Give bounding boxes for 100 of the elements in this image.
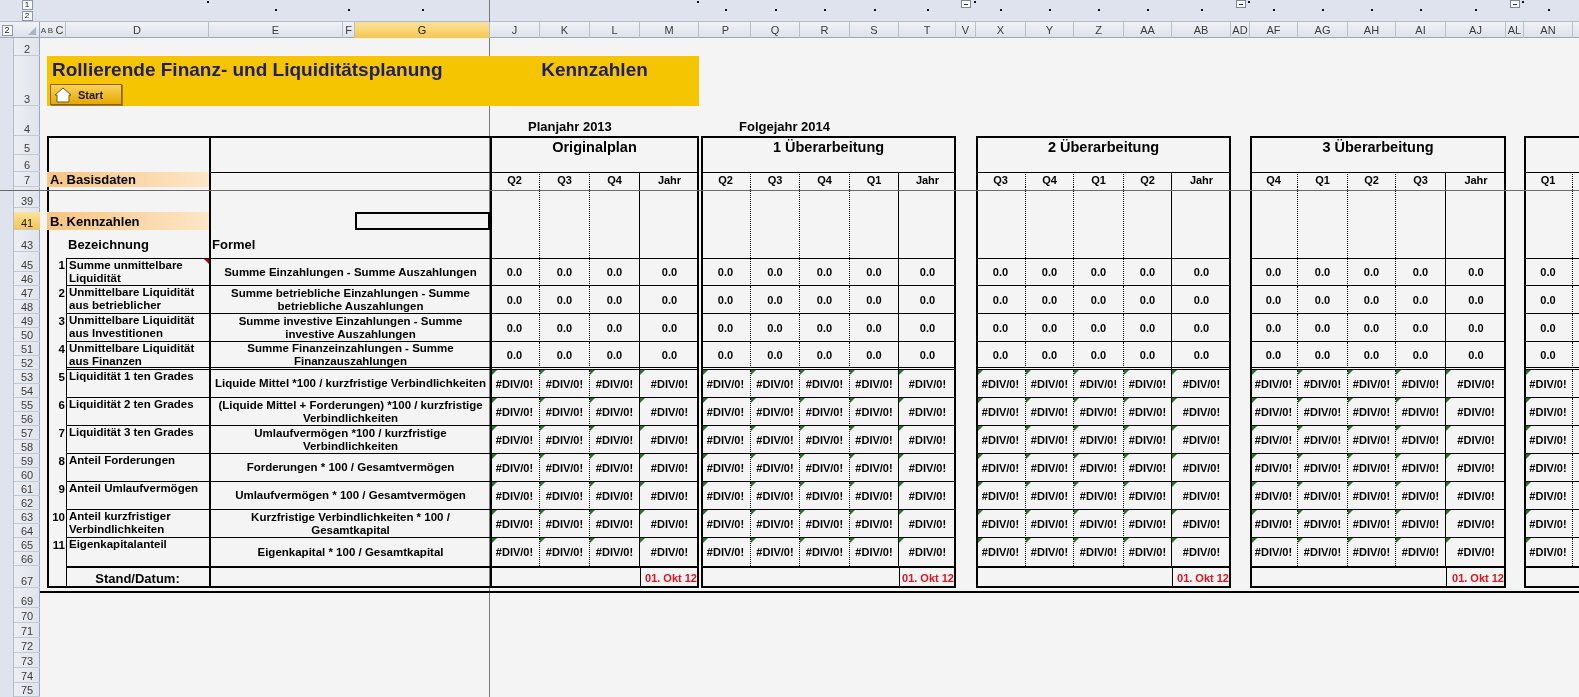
- column-header[interactable]: C: [54, 22, 66, 38]
- quarter-header: Q3: [557, 174, 572, 186]
- active-cell[interactable]: [355, 212, 490, 230]
- row-header[interactable]: 72: [14, 638, 40, 653]
- column-header[interactable]: AG: [1298, 22, 1348, 38]
- row-header[interactable]: 70: [14, 608, 40, 623]
- row-header[interactable]: 55: [14, 398, 40, 412]
- row-header[interactable]: 62: [14, 496, 40, 510]
- row-header[interactable]: 43: [14, 234, 40, 252]
- row-header[interactable]: 75: [14, 683, 40, 697]
- column-header[interactable]: AD: [1231, 22, 1250, 38]
- indicator-number: 11: [52, 538, 66, 552]
- row-header[interactable]: 54: [14, 384, 40, 398]
- row-header[interactable]: 2: [14, 38, 40, 56]
- collapse-button[interactable]: [1510, 0, 1520, 8]
- row-header[interactable]: 48: [14, 300, 40, 314]
- collapse-button[interactable]: [961, 0, 971, 8]
- row-header[interactable]: 50: [14, 328, 40, 342]
- minus-icon: [964, 3, 968, 5]
- start-button[interactable]: Start: [50, 84, 122, 105]
- column-header[interactable]: M: [640, 22, 699, 38]
- row-header[interactable]: 41: [14, 212, 40, 230]
- column-header[interactable]: K: [540, 22, 590, 38]
- cell-value: #DIV/0!: [1529, 546, 1567, 558]
- row-header[interactable]: 53: [14, 370, 40, 384]
- row-header[interactable]: 3: [14, 56, 40, 106]
- row-header[interactable]: 60: [14, 468, 40, 482]
- row-header[interactable]: 58: [14, 440, 40, 454]
- column-header[interactable]: AJ: [1446, 22, 1506, 38]
- column-header[interactable]: AA: [1124, 22, 1172, 38]
- row-header[interactable]: 66: [14, 552, 40, 566]
- column-header[interactable]: R: [800, 22, 850, 38]
- column-header[interactable]: T: [899, 22, 956, 38]
- column-header[interactable]: J: [490, 22, 540, 38]
- column-header[interactable]: L: [590, 22, 640, 38]
- column-header[interactable]: X: [976, 22, 1026, 38]
- formula-text: Eigenkapital * 100 / Gesamtkapital: [257, 545, 444, 559]
- indicator-number: 5: [58, 370, 66, 384]
- cell-value: #DIV/0!: [981, 377, 1020, 390]
- row-header[interactable]: 56: [14, 412, 40, 426]
- row-header[interactable]: 71: [14, 623, 40, 638]
- row-header[interactable]: 47: [14, 286, 40, 300]
- row-header[interactable]: 63: [14, 510, 40, 524]
- row-header[interactable]: 46: [14, 272, 40, 286]
- row-header[interactable]: 7: [14, 172, 40, 187]
- row-header[interactable]: 49: [14, 314, 40, 328]
- column-header[interactable]: Q: [751, 22, 800, 38]
- cell-value: 0.0: [661, 321, 678, 334]
- outline-level-button[interactable]: 2: [21, 11, 33, 21]
- row-header[interactable]: 73: [14, 653, 40, 668]
- row-header[interactable]: 51: [14, 342, 40, 356]
- row-header[interactable]: 57: [14, 426, 40, 440]
- cell-value: #DIV/0!: [908, 489, 947, 502]
- row-header[interactable]: 6: [14, 155, 40, 172]
- quarter-header: Q1: [1315, 174, 1330, 186]
- row-header[interactable]: 61: [14, 482, 40, 496]
- cell-value: #DIV/0!: [1079, 489, 1118, 502]
- row-header[interactable]: 59: [14, 454, 40, 468]
- column-header[interactable]: AB: [1172, 22, 1231, 38]
- section-title: Originalplan: [552, 139, 637, 155]
- column-header[interactable]: G: [355, 22, 490, 38]
- collapse-button[interactable]: [1235, 0, 1246, 8]
- column-header[interactable]: Z: [1074, 22, 1124, 38]
- cell-value: #DIV/0!: [1182, 461, 1221, 474]
- column-header[interactable]: B: [47, 22, 54, 38]
- row-header[interactable]: 67: [14, 566, 40, 588]
- outline-level-button[interactable]: 2: [1, 24, 13, 36]
- cell-value: #DIV/0!: [706, 433, 745, 446]
- column-header[interactable]: Y: [1026, 22, 1074, 38]
- cell-value: #DIV/0!: [805, 461, 844, 474]
- row-header[interactable]: 52: [14, 356, 40, 370]
- cell-value: #DIV/0!: [1303, 405, 1342, 418]
- column-header[interactable]: S: [850, 22, 899, 38]
- cell-value: #DIV/0!: [650, 546, 689, 558]
- column-header[interactable]: AL: [1506, 22, 1524, 38]
- row-header[interactable]: 39: [14, 192, 40, 208]
- column-header[interactable]: AH: [1348, 22, 1396, 38]
- row-header[interactable]: 65: [14, 538, 40, 552]
- column-header[interactable]: E: [209, 22, 343, 38]
- cell-value: #DIV/0!: [1457, 405, 1495, 418]
- column-header[interactable]: D: [66, 22, 209, 38]
- cell-value: #DIV/0!: [908, 517, 947, 530]
- cell-value: #DIV/0!: [1182, 489, 1221, 502]
- column-header[interactable]: V: [956, 22, 976, 38]
- outline-level-button[interactable]: 1: [21, 0, 33, 10]
- column-header[interactable]: P: [701, 22, 751, 38]
- row-header[interactable]: 69: [14, 593, 40, 608]
- column-header[interactable]: AF: [1250, 22, 1298, 38]
- column-header[interactable]: AI: [1396, 22, 1446, 38]
- cell-value: #DIV/0!: [805, 489, 844, 502]
- row-header[interactable]: 45: [14, 258, 40, 272]
- row-header[interactable]: 4: [14, 106, 40, 136]
- section-title: 2 Überarbeitung: [1047, 139, 1160, 155]
- row-header[interactable]: 74: [14, 668, 40, 683]
- column-header[interactable]: A: [40, 22, 47, 38]
- row-header[interactable]: 64: [14, 524, 40, 538]
- row-header[interactable]: 5: [14, 136, 40, 155]
- cell-value: #DIV/0!: [1079, 546, 1118, 558]
- column-header[interactable]: AN: [1524, 22, 1573, 38]
- cell-value: #DIV/0!: [1457, 433, 1495, 446]
